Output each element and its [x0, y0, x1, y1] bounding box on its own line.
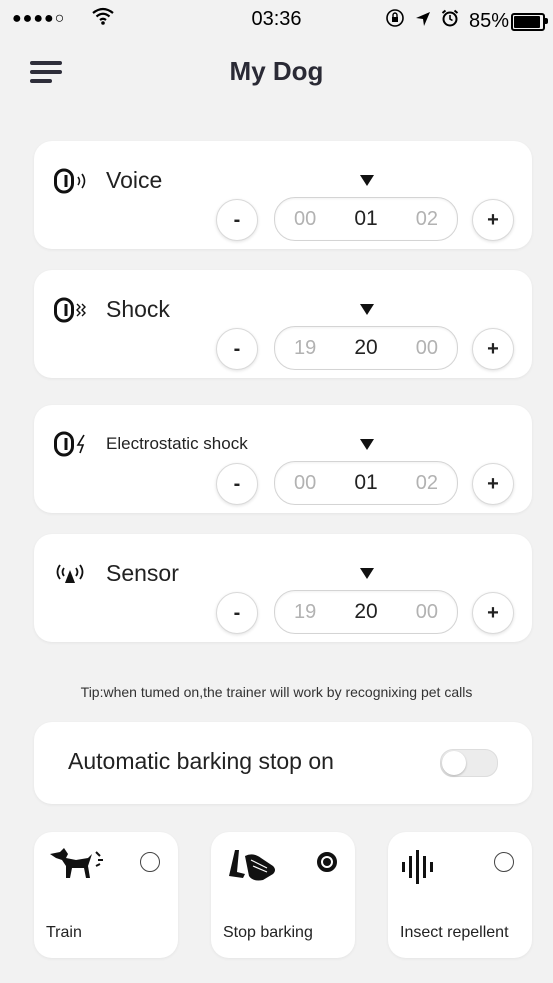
shock-icon: [54, 297, 94, 323]
decrement-button[interactable]: -: [216, 328, 258, 370]
toggle-knob: [442, 751, 466, 775]
decrement-button[interactable]: -: [216, 592, 258, 634]
picker-selected-value: 01: [354, 471, 378, 494]
increment-button[interactable]: +: [472, 328, 514, 370]
sensor-icon: [54, 561, 94, 587]
decrement-button[interactable]: -: [216, 199, 258, 241]
picker-next-value: 02: [415, 471, 438, 494]
mode-label: Shock: [106, 296, 170, 322]
dropdown-arrow-icon[interactable]: [360, 439, 374, 450]
mode-label: Sensor: [106, 560, 179, 586]
sound-wave-icon: [400, 846, 460, 886]
picker-next-value: 02: [415, 207, 438, 230]
auto-barking-card: Automatic barking stop on: [34, 722, 532, 804]
mode-card-sensor: Sensor - 19 20 00 +: [34, 534, 532, 642]
voice-icon: [54, 168, 94, 194]
auto-barking-label: Automatic barking stop on: [68, 748, 334, 774]
function-label: Stop barking: [223, 924, 313, 941]
location-arrow-icon: [415, 10, 431, 33]
mode-card-voice: Voice - 00 01 02 +: [34, 141, 532, 249]
function-label: Train: [46, 924, 82, 941]
page-title: My Dog: [229, 56, 324, 86]
picker-prev-value: 19: [294, 600, 317, 623]
radio-button[interactable]: [140, 852, 160, 872]
mode-card-shock: Shock - 19 20 00 +: [34, 270, 532, 378]
decrement-button[interactable]: -: [216, 463, 258, 505]
increment-button[interactable]: +: [472, 592, 514, 634]
battery-icon: [511, 13, 548, 31]
dog-icon: [46, 846, 106, 886]
function-card-stop-barking[interactable]: Stop barking: [211, 832, 355, 958]
orientation-lock-icon: [385, 8, 405, 34]
picker-prev-value: 00: [294, 207, 317, 230]
increment-button[interactable]: +: [472, 463, 514, 505]
picker-next-value: 00: [415, 600, 438, 623]
tip-text: Tip:when tumed on,the trainer will work …: [80, 684, 473, 700]
nav-bar: My Dog: [0, 44, 553, 100]
picker-selected-value: 01: [354, 207, 378, 230]
mode-card-electrostatic-shock: Electrostatic shock - 00 01 02 +: [34, 405, 532, 513]
dropdown-arrow-icon[interactable]: [360, 568, 374, 579]
alarm-clock-icon: [441, 9, 459, 33]
auto-barking-toggle[interactable]: [440, 749, 498, 777]
function-label: Insect repellent: [400, 924, 509, 941]
radio-button[interactable]: [494, 852, 514, 872]
picker-prev-value: 19: [294, 336, 317, 359]
function-card-insect-repellent[interactable]: Insect repellent: [388, 832, 532, 958]
function-card-train[interactable]: Train: [34, 832, 178, 958]
picker-next-value: 00: [415, 336, 438, 359]
radio-button-selected[interactable]: [317, 852, 337, 872]
picker-selected-value: 20: [354, 336, 378, 359]
increment-button[interactable]: +: [472, 199, 514, 241]
battery-percent: 85%: [468, 9, 509, 32]
time-picker[interactable]: 00 01 02: [274, 197, 458, 241]
time-picker[interactable]: 00 01 02: [274, 461, 458, 505]
dropdown-arrow-icon[interactable]: [360, 175, 374, 186]
picker-selected-value: 20: [354, 600, 378, 623]
time-picker[interactable]: 19 20 00: [274, 326, 458, 370]
hand-icon: [223, 846, 283, 886]
time-picker[interactable]: 19 20 00: [274, 590, 458, 634]
electrostatic-shock-icon: [54, 431, 94, 457]
dropdown-arrow-icon[interactable]: [360, 304, 374, 315]
picker-prev-value: 00: [294, 471, 317, 494]
mode-label: Electrostatic shock: [106, 434, 248, 453]
mode-label: Voice: [106, 167, 163, 193]
status-bar: ●●●●○ 03:36 85%: [0, 0, 553, 44]
